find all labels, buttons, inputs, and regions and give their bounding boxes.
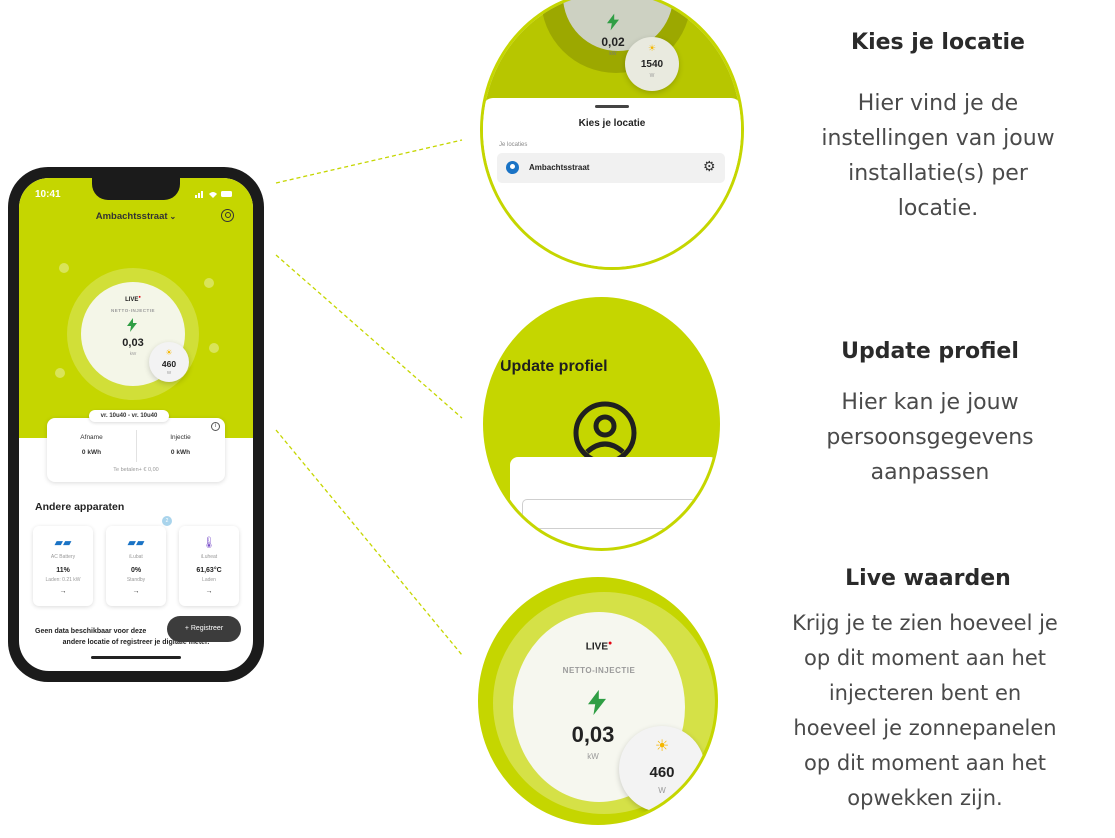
zoom-circle-profile: Update profiel [483, 297, 720, 551]
circle3-solar-unit: W [658, 786, 666, 795]
home-indicator [91, 656, 181, 659]
decor-dot [55, 368, 65, 378]
location-pin-icon [506, 161, 519, 174]
decor-dot [204, 278, 214, 288]
decor-dot [59, 263, 69, 273]
circle1-solar-value: 1540 [640, 59, 664, 70]
sheet-title: Kies je locatie [578, 118, 646, 129]
device-card-ac-battery[interactable]: ▰▰ AC Battery 11% Laden: 0.21 kW → [33, 526, 93, 606]
feature3-line: hoeveel je zonnepanelen [793, 716, 1057, 740]
arrow-right-icon: → [132, 588, 140, 595]
circle1-solar-bubble: ☀ 1540 W [625, 37, 679, 91]
device-name: iLuheat [200, 554, 218, 560]
sun-icon: ☀ [647, 43, 657, 53]
device-value: 0% [130, 567, 142, 574]
circle1-solar-unit: W [649, 73, 655, 79]
feature3-line: opwekken zijn. [847, 786, 1003, 810]
netto-label: NETTO-INJECTIE [111, 308, 155, 313]
bolt-icon [127, 318, 137, 332]
live-label: LIVE● [125, 294, 141, 303]
injectie-label: Injectie [170, 434, 191, 441]
feature3-line: op dit moment aan het [803, 751, 1046, 775]
device-status: Standby [126, 577, 146, 583]
feature2-title: Update profiel [841, 339, 1019, 364]
feature1-line: installatie(s) per [848, 161, 1028, 186]
device-value: 61,63°C [196, 567, 222, 574]
injectie-value: 0 kWh [170, 449, 191, 456]
te-betalen: Te betalen+ € 0,00 [113, 467, 159, 473]
battery-icon: ▰▰ [54, 537, 72, 549]
afname-label: Afname [80, 434, 103, 441]
profile-icon[interactable] [221, 209, 234, 222]
sheet-handle[interactable] [595, 105, 629, 108]
zoom-circle-location: 0,02 kW ☀ 1540 W Kies je locatie Je loca… [480, 0, 744, 270]
feature2-line: persoonsgegevens [826, 425, 1034, 450]
feature2-text: Hier kan je jouw persoonsgegevens aanpas… [770, 385, 1090, 490]
device-card-ilubat[interactable]: ▰▰ iLubat 0% Standby → [106, 526, 166, 606]
circle3-solar-value: 460 [649, 764, 675, 781]
feature2-line: aanpassen [870, 460, 990, 485]
status-icons [195, 191, 232, 198]
decor-dot [209, 343, 219, 353]
feature3-line: injecteren bent en [828, 681, 1022, 705]
circle3-solar-bubble: ☀ 460 W [619, 726, 705, 812]
location-name: Ambachtsstraat [529, 163, 590, 172]
solar-unit: W [166, 370, 172, 375]
feature3-title: Live waarden [845, 566, 1011, 591]
feature3-line: Krijg je te zien hoeveel je [792, 611, 1058, 635]
andere-apparaten-title: Andere apparaten [35, 501, 125, 513]
location-row[interactable]: Ambachtsstraat ⚙ [497, 153, 725, 183]
arrow-right-icon: → [205, 588, 213, 595]
device-status: Laden: 0.21 kW [45, 577, 81, 583]
gear-icon[interactable]: ⚙ [703, 158, 716, 175]
register-button[interactable]: + Registreer [167, 616, 241, 642]
info-icon[interactable]: i [211, 422, 220, 431]
device-name: iLubat [129, 554, 143, 560]
profile-form-card [510, 457, 717, 548]
chevron-down-icon: ⌄ [169, 212, 177, 221]
profile-title: Update profiel [500, 358, 608, 375]
feature3-text: Krijg je te zien hoeveel je op dit momen… [740, 606, 1110, 816]
location-sheet: Kies je locatie Je locaties Ambachtsstra… [483, 98, 741, 267]
feature1-text: Hier vind je de instellingen van jouw in… [768, 86, 1108, 226]
period-pill[interactable]: vr. 10u40 - vr. 10u40 [89, 410, 169, 422]
phone-notch [92, 178, 180, 200]
battery-icon: ▰▰ [127, 537, 145, 549]
sun-icon: ☀ [654, 738, 670, 755]
status-time: 10:41 [35, 189, 61, 200]
device-value: 11% [56, 567, 70, 574]
feature1-line: locatie. [897, 196, 979, 221]
feature3-line: op dit moment aan het [803, 646, 1046, 670]
feature2-line: Hier kan je jouw [841, 390, 1019, 415]
device-status: Laden [202, 577, 216, 583]
sun-icon: ☀ [165, 348, 173, 357]
zoom-circle-live: LIVE● NETTO-INJECTIE 0,03 kW ☀ 460 W [478, 577, 718, 825]
arrow-right-icon: → [59, 588, 67, 595]
bolt-icon [588, 689, 606, 716]
sheet-section-label: Je locaties [499, 142, 528, 148]
feature1-line: Hier vind je de [857, 91, 1019, 116]
energy-card: Afname 0 kWh Injectie 0 kWh Te betalen+ … [47, 418, 225, 482]
profile-input-field[interactable] [522, 499, 704, 529]
feature1-line: instellingen van jouw [821, 126, 1055, 151]
afname-value: 0 kWh [81, 449, 102, 456]
device-card-iluheat[interactable]: 🌡 iLuheat 61,63°C Laden → [179, 526, 239, 606]
device-name: AC Battery [50, 554, 76, 560]
solar-value: 460 [161, 359, 177, 369]
circle3-live-label: LIVE● [585, 640, 613, 653]
bolt-icon [607, 13, 619, 31]
location-selector[interactable]: Ambachtsstraat ⌄ [19, 211, 253, 222]
thermometer-icon: 🌡 [202, 537, 216, 549]
circle3-netto-label: NETTO-INJECTIE [562, 666, 636, 675]
location-title: Ambachtsstraat [95, 211, 168, 222]
phone-screen: 10:41 Ambachtsstraat ⌄ LIVE● NETTO-INJECT… [19, 178, 253, 671]
devices-badge: 2 [162, 516, 172, 526]
solar-bubble: ☀ 460 W [149, 342, 189, 382]
feature1-title: Kies je locatie [851, 30, 1025, 55]
